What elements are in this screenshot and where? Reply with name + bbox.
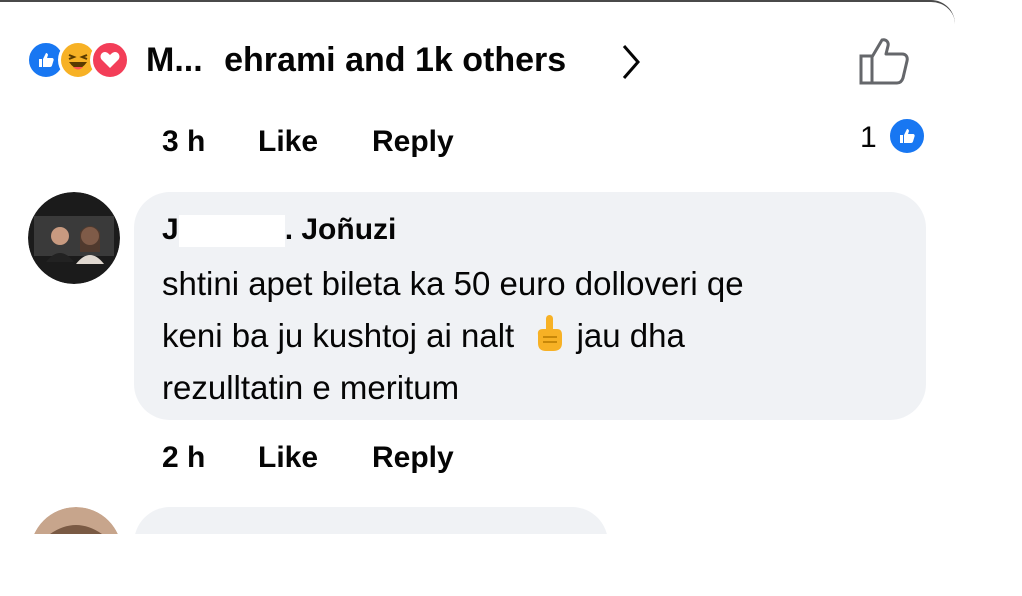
next-comment-bubble [134,507,608,534]
comment-reply-button[interactable]: Reply [372,440,454,476]
comment-author[interactable]: J . Joñuzi [162,210,396,250]
post-time[interactable]: 3 h [162,124,205,160]
comment-like-button[interactable]: Like [258,440,318,476]
reactor-name-start: M... [146,41,203,79]
love-reaction-icon [90,40,130,80]
like-outline-icon[interactable] [858,36,910,86]
comment-line: rezulltatin e meritum [162,369,460,406]
pointing-up-emoji-icon [538,315,563,351]
comment-line: shtini apet bileta ka 50 euro dolloveri … [162,265,744,302]
reactions-summary[interactable]: M... ehrami and 1k others [146,40,566,80]
reaction-icons[interactable] [26,40,130,80]
redaction-block [178,215,285,248]
post-like-button[interactable]: Like [258,124,318,160]
post-reply-button[interactable]: Reply [372,124,454,160]
next-commenter-avatar[interactable] [30,507,122,534]
chevron-right-icon[interactable] [620,42,642,82]
like-count-icon [887,116,927,156]
comment-thread: M... ehrami and 1k others 3 h Like Reply… [0,0,955,534]
author-name-end: . Joñuzi [284,213,397,246]
comment-text-part: keni ba ju kushtoj ai nalt [162,317,515,354]
author-name-start: J [162,213,179,246]
comment-text-part: jau dha [576,317,685,354]
commenter-avatar[interactable] [28,192,120,284]
comment-line: keni ba ju kushtoj ai nalt jau dha [162,310,912,362]
comment-time[interactable]: 2 h [162,440,205,476]
reactor-name-end: ehrami and 1k others [224,41,567,79]
like-count[interactable]: 1 [860,120,877,156]
comment-text: shtini apet bileta ka 50 euro dolloveri … [162,258,912,414]
